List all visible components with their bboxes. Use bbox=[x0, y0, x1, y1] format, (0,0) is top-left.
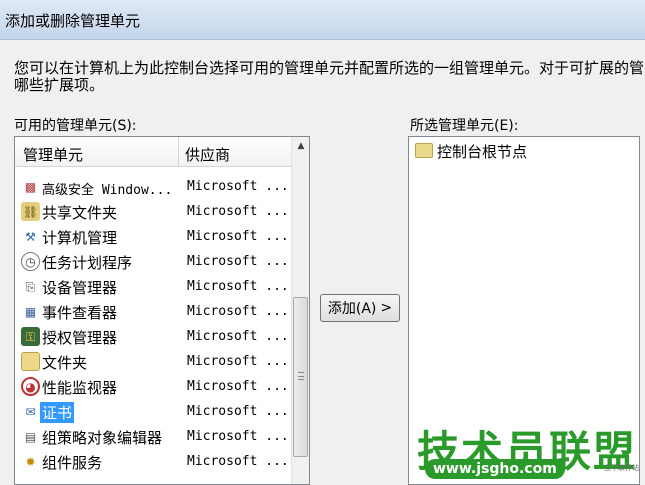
list-item[interactable]: ⎘ 设备管理器 Microsoft ... bbox=[15, 274, 291, 299]
available-snapins-label: 可用的管理单元(S): bbox=[14, 118, 137, 134]
snapin-vendor: Microsoft ... bbox=[187, 379, 289, 394]
shared-folder-icon: ⛓ bbox=[21, 202, 40, 221]
column-header-name[interactable]: 管理单元 bbox=[23, 144, 83, 165]
list-item[interactable]: ⚒ 计算机管理 Microsoft ... bbox=[15, 224, 291, 249]
authorization-manager-icon: ⚿ bbox=[21, 327, 40, 346]
snapin-vendor: Microsoft ... bbox=[187, 229, 289, 244]
list-item[interactable]: ▦ 事件查看器 Microsoft ... bbox=[15, 299, 291, 324]
snapin-vendor: Microsoft ... bbox=[187, 254, 289, 269]
component-services-icon: ✹ bbox=[25, 454, 36, 469]
available-snapins-list[interactable]: 管理单元 供应商 ▩ 高级安全 Window... Microsoft ... … bbox=[14, 136, 310, 485]
list-item-selected[interactable]: ✉ 证书 Microsoft ... bbox=[15, 399, 291, 424]
event-viewer-icon: ▦ bbox=[24, 304, 37, 319]
vertical-scrollbar[interactable]: ▲ bbox=[291, 137, 309, 484]
column-separator[interactable] bbox=[178, 137, 179, 167]
snapin-name: 文件夹 bbox=[42, 354, 88, 372]
window-title: 添加或删除管理单元 bbox=[5, 12, 141, 30]
scroll-up-button[interactable]: ▲ bbox=[292, 137, 309, 155]
snapin-name: 授权管理器 bbox=[42, 329, 118, 347]
snapin-vendor: Microsoft ... bbox=[187, 454, 289, 469]
chevron-right-icon: > bbox=[380, 300, 393, 316]
dialog-description: 您可以在计算机上为此控制台选择可用的管理单元并配置所选的一组管理单元。对于可扩展… bbox=[14, 60, 644, 94]
clock-icon: ◷ bbox=[21, 252, 40, 271]
snapin-vendor: Microsoft ... bbox=[187, 279, 289, 294]
list-header: 管理单元 供应商 bbox=[15, 137, 291, 167]
snapin-name: 任务计划程序 bbox=[42, 254, 133, 272]
scrollbar-grip-icon bbox=[298, 372, 304, 380]
device-manager-icon: ⎘ bbox=[25, 279, 36, 294]
snapin-vendor: Microsoft ... bbox=[187, 179, 289, 194]
snapin-vendor: Microsoft ... bbox=[187, 354, 289, 369]
list-item[interactable]: ✹ 组件服务 Microsoft ... bbox=[15, 449, 291, 474]
selected-snapins-label: 所选管理单元(E): bbox=[410, 118, 519, 134]
watermark-url: www.jsgho.com bbox=[425, 459, 565, 479]
list-item[interactable]: ◷ 任务计划程序 Microsoft ... bbox=[15, 249, 291, 274]
folder-icon bbox=[21, 352, 40, 371]
computer-management-icon: ⚒ bbox=[25, 229, 36, 244]
snapin-name: 组件服务 bbox=[42, 454, 103, 472]
list-item[interactable]: ◕ 性能监视器 Microsoft ... bbox=[15, 374, 291, 399]
title-bar: 添加或删除管理单元 bbox=[0, 0, 645, 40]
snapin-name: 证书 bbox=[40, 402, 75, 423]
folder-icon bbox=[415, 143, 433, 158]
description-line-2: 哪些扩展项。 bbox=[14, 76, 105, 94]
list-item[interactable]: ▩ 高级安全 Window... Microsoft ... bbox=[15, 174, 291, 199]
description-line-1: 您可以在计算机上为此控制台选择可用的管理单元并配置所选的一组管理单元。对于可扩展… bbox=[14, 60, 644, 77]
certificate-icon: ✉ bbox=[25, 404, 36, 419]
snapin-name: 设备管理器 bbox=[42, 279, 118, 297]
snapin-vendor: Microsoft ... bbox=[187, 304, 289, 319]
list-item[interactable]: ⚿ 授权管理器 Microsoft ... bbox=[15, 324, 291, 349]
snapin-vendor: Microsoft ... bbox=[187, 404, 289, 419]
snapin-name: 共享文件夹 bbox=[42, 204, 118, 222]
snapin-name: 性能监视器 bbox=[42, 379, 118, 397]
snapin-vendor: Microsoft ... bbox=[187, 204, 289, 219]
list-item[interactable]: 文件夹 Microsoft ... bbox=[15, 349, 291, 374]
column-header-vendor[interactable]: 供应商 bbox=[185, 144, 230, 165]
watermark-small-text: 立下软件站 bbox=[604, 464, 639, 472]
list-item[interactable]: ⛓ 共享文件夹 Microsoft ... bbox=[15, 199, 291, 224]
firewall-icon: ▩ bbox=[24, 179, 37, 194]
add-button-label: 添加(A) bbox=[327, 301, 377, 317]
console-root-label: 控制台根节点 bbox=[437, 143, 528, 161]
scrollbar-thumb[interactable] bbox=[293, 297, 308, 457]
add-button[interactable]: 添加(A) > bbox=[320, 294, 400, 322]
performance-monitor-icon: ◕ bbox=[21, 377, 40, 396]
snapin-vendor: Microsoft ... bbox=[187, 429, 289, 444]
group-policy-icon: ▤ bbox=[24, 429, 37, 444]
snapin-name: 计算机管理 bbox=[42, 229, 118, 247]
snapin-name: 高级安全 Window... bbox=[42, 183, 173, 198]
snapin-name: 组策略对象编辑器 bbox=[42, 429, 163, 447]
snapin-name: 事件查看器 bbox=[42, 304, 118, 322]
list-item[interactable]: ▤ 组策略对象编辑器 Microsoft ... bbox=[15, 424, 291, 449]
snapin-vendor: Microsoft ... bbox=[187, 329, 289, 344]
